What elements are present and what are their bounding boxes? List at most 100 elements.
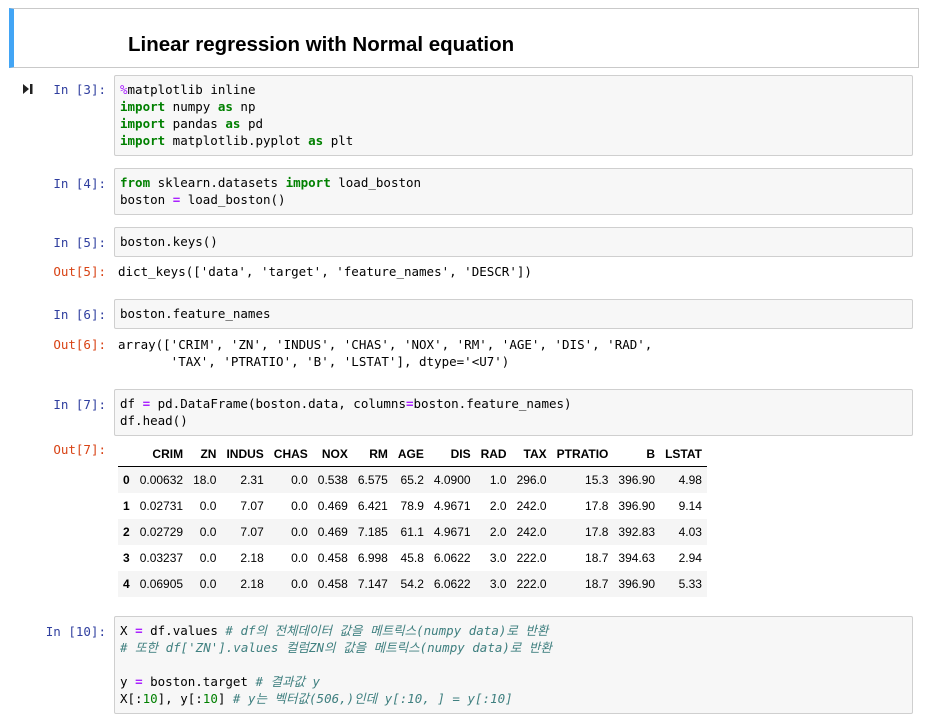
- table-cell: 296.0: [516, 473, 547, 487]
- code-token: =: [135, 623, 143, 638]
- in-prompt: In [3]:: [53, 82, 106, 97]
- table-cell: 7.07: [240, 525, 264, 539]
- row-index: 0: [123, 473, 130, 487]
- in-prompt: In [10]:: [45, 624, 106, 639]
- column-header: ZN: [188, 442, 222, 467]
- table-cell: 18.0: [193, 473, 217, 487]
- table-cell: 392.83: [618, 525, 656, 539]
- table-cell: 222.0: [516, 551, 547, 565]
- code-input[interactable]: boston.feature_names: [114, 299, 913, 329]
- code-token: df.head(): [120, 413, 188, 428]
- table-cell: 45.8: [400, 551, 424, 565]
- table-cell: 4.9671: [433, 499, 471, 513]
- code-line: y = boston.target # 결과값 y: [120, 673, 907, 690]
- code-token: boston.keys(): [120, 234, 218, 249]
- code-token: pandas: [165, 116, 226, 131]
- code-token: from: [120, 175, 151, 190]
- column-header: INDUS: [221, 442, 269, 467]
- out-prompt: Out[7]:: [53, 442, 106, 457]
- column-header: DIS: [428, 442, 476, 467]
- table-cell: 0.469: [317, 525, 348, 539]
- code-input[interactable]: %matplotlib inline import numpy as np impo…: [114, 75, 913, 156]
- code-lines: %matplotlib inline import numpy as np impo…: [120, 81, 907, 149]
- code-comment: # 결과값 y: [255, 674, 321, 689]
- code-token: 10: [202, 691, 218, 706]
- table-cell: 4.98: [678, 473, 702, 487]
- table-cell: 0.0: [291, 551, 308, 565]
- code-token: boston.feature_names): [413, 396, 572, 411]
- table-cell: 7.147: [357, 577, 388, 591]
- code-line: df.head(): [120, 412, 907, 429]
- table-cell: 54.2: [400, 577, 424, 591]
- code-line: boston.keys(): [120, 233, 907, 250]
- column-header: AGE: [392, 442, 429, 467]
- code-token: 10: [142, 691, 158, 706]
- code-token: import: [285, 175, 331, 190]
- code-token: boston.feature_names: [120, 306, 271, 321]
- table-row: 4 0.06905 0.0 2.18 0.0 0.458 7.147 54.2 6.0622 3.…: [118, 571, 707, 597]
- code-input[interactable]: from sklearn.datasets import load_boston…: [114, 168, 913, 215]
- column-header: TAX: [511, 442, 552, 467]
- table-cell: 7.185: [357, 525, 388, 539]
- table-cell: 65.2: [400, 473, 424, 487]
- dataframe-body: 0 0.00632 18.0 2.31 0.0 0.538 6.575 65.2 4.0900 1…: [118, 466, 707, 597]
- code-line: import matplotlib.pyplot as plt: [120, 132, 907, 149]
- output-line: array(['CRIM', 'ZN', 'INDUS', 'CHAS', 'N…: [118, 337, 653, 352]
- table-cell: 0.538: [317, 473, 348, 487]
- table-cell: 0.03237: [139, 551, 184, 565]
- column-header: NOX: [312, 442, 353, 467]
- code-input[interactable]: boston.keys(): [114, 227, 913, 257]
- table-cell: 2.18: [240, 577, 264, 591]
- table-cell: 3.0: [489, 551, 507, 565]
- code-token: import: [120, 133, 166, 148]
- table-cell: 4.03: [678, 525, 702, 539]
- table-cell: 0.0: [291, 473, 308, 487]
- code-line: X[:10], y[:10] # y는 벡터값(506,)인데 y[:10, ]…: [120, 690, 907, 707]
- table-cell: 2.18: [240, 551, 264, 565]
- code-token: y: [120, 674, 136, 689]
- code-token: X[:: [120, 691, 143, 706]
- table-cell: 5.33: [678, 577, 702, 591]
- code-token: np: [232, 99, 256, 114]
- code-token: pd.DataFrame(boston.data, columns: [150, 396, 406, 411]
- table-cell: 0.469: [317, 499, 348, 513]
- code-token: pd: [240, 116, 264, 131]
- code-token: sklearn.datasets: [150, 175, 286, 190]
- code-token: matplotlib inline: [127, 82, 256, 97]
- code-token: boston: [120, 192, 173, 207]
- code-lines: from sklearn.datasets import load_boston…: [120, 174, 907, 208]
- table-cell: 78.9: [400, 499, 424, 513]
- code-input[interactable]: df = pd.DataFrame(boston.data, columns=b…: [114, 389, 913, 436]
- in-prompt: In [5]:: [53, 235, 106, 250]
- cell-output: array(['CRIM', 'ZN', 'INDUS', 'CHAS', 'N…: [118, 336, 652, 370]
- markdown-cell[interactable]: Linear regression with Normal equation: [9, 8, 919, 68]
- table-cell: 17.8: [585, 525, 609, 539]
- table-cell: 0.00632: [139, 473, 184, 487]
- table-cell: 61.1: [400, 525, 424, 539]
- column-header: CHAS: [268, 442, 313, 467]
- code-token: %: [120, 82, 128, 97]
- row-index: 2: [123, 525, 130, 539]
- column-header: LSTAT: [660, 442, 707, 467]
- table-cell: 242.0: [516, 525, 547, 539]
- table-cell: 0.0: [199, 551, 217, 565]
- code-token: import: [120, 116, 166, 131]
- code-token: as: [225, 116, 241, 131]
- table-cell: 0.0: [199, 499, 217, 513]
- column-header: RM: [352, 442, 393, 467]
- code-token: load_boston(): [180, 192, 286, 207]
- code-token: =: [405, 396, 414, 411]
- table-cell: 7.07: [240, 499, 264, 513]
- table-cell: 4.9671: [433, 525, 471, 539]
- dataframe-header: CRIM ZN INDUS CHAS NOX RM AGE DIS RAD TAX PTRATIO B…: [118, 442, 707, 467]
- code-line: import pandas as pd: [120, 115, 907, 132]
- table-cell: 396.90: [618, 577, 656, 591]
- code-comment: # y는 벡터값(506,)인데 y[:10, ] = y[:10]: [232, 691, 513, 706]
- out-prompt: Out[5]:: [53, 264, 106, 279]
- table-cell: 0.458: [317, 577, 348, 591]
- code-input[interactable]: X = df.values # df의 전체데이터 값을 메트릭스(numpy …: [114, 616, 913, 714]
- table-cell: 6.0622: [433, 551, 471, 565]
- code-line: boston.feature_names: [120, 305, 907, 322]
- table-cell: 396.90: [618, 499, 656, 513]
